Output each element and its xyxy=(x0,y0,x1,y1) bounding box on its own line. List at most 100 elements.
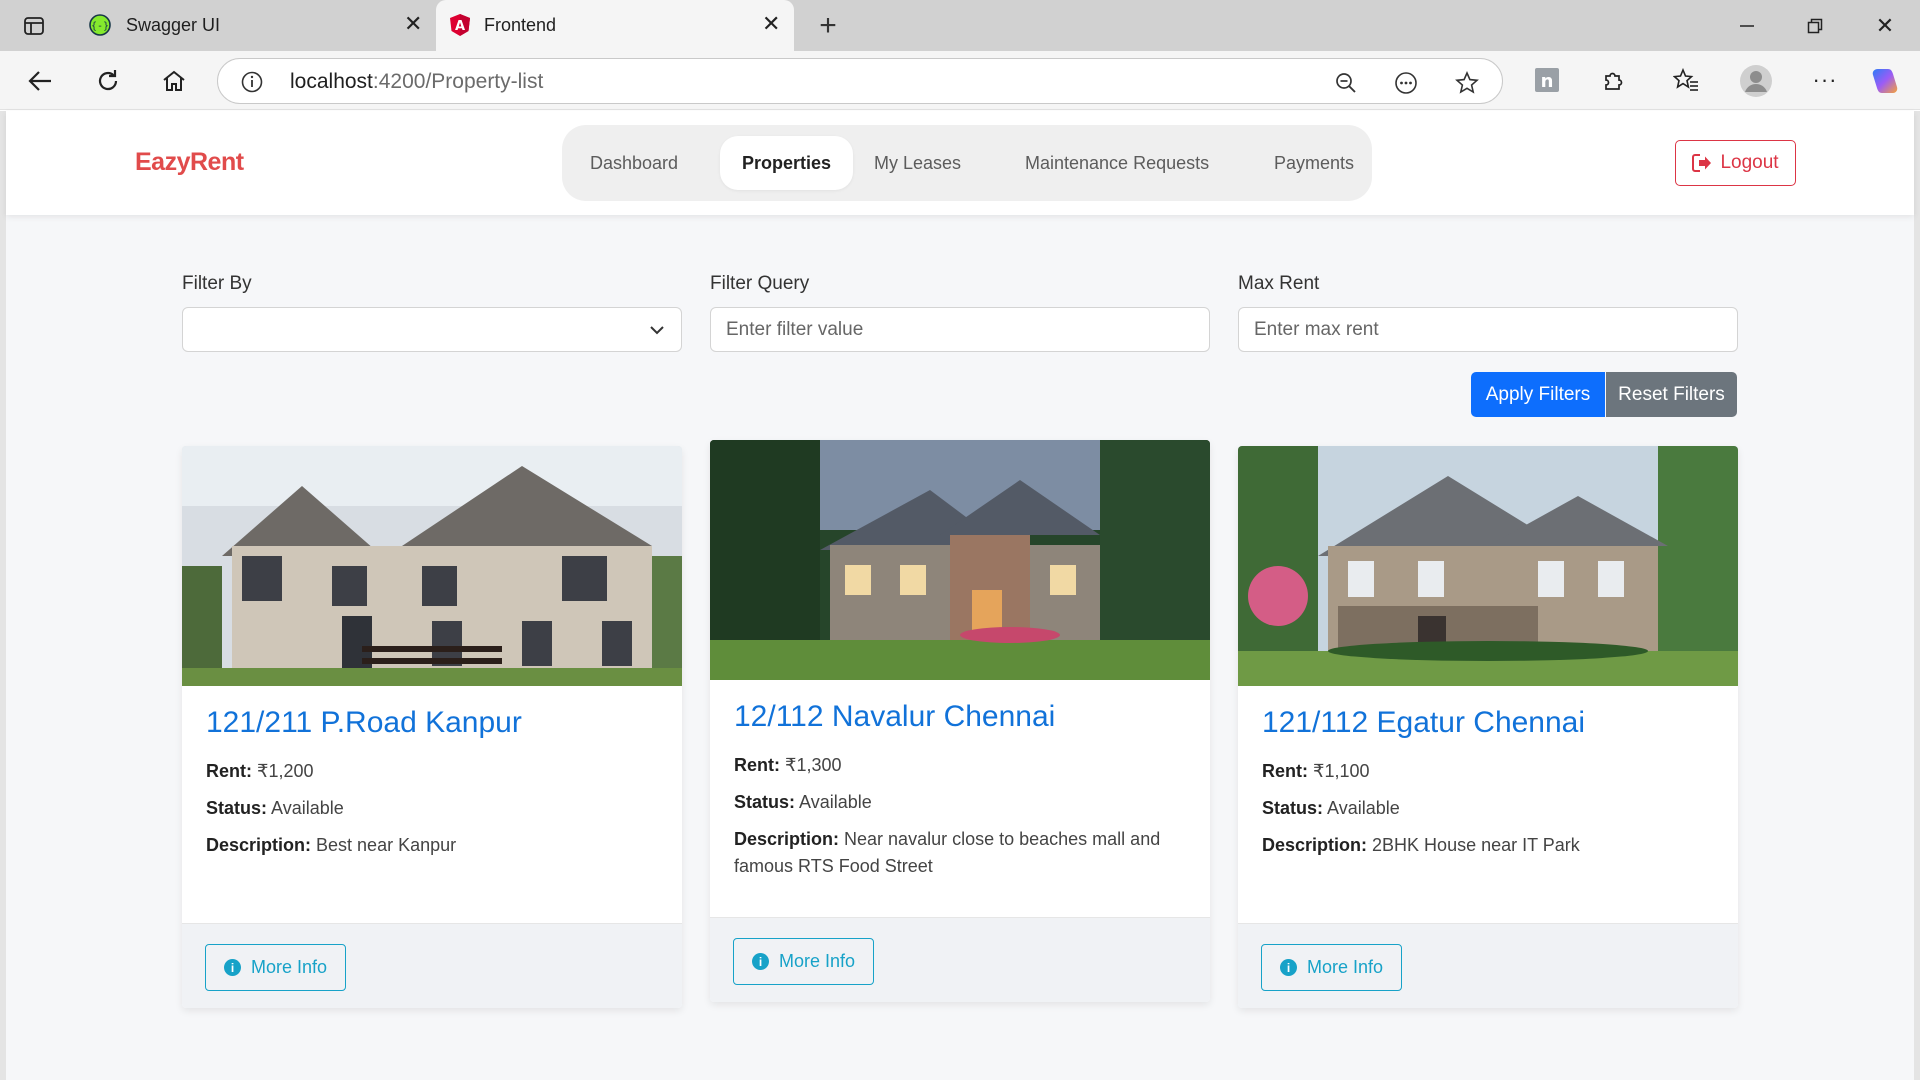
favorite-star-icon[interactable] xyxy=(1454,70,1480,96)
brand-logo[interactable]: EazyRent xyxy=(135,148,244,177)
more-info-label: More Info xyxy=(251,957,328,977)
filter-by-select[interactable] xyxy=(182,307,682,352)
status-value: Available xyxy=(271,798,344,818)
status-row: Status: Available xyxy=(1262,795,1718,822)
page-viewport: EazyRent Dashboard Properties My Leases … xyxy=(0,111,1920,1080)
property-card: 121/211 P.Road Kanpur Rent: ₹1,200 Statu… xyxy=(182,446,682,1008)
url-path: :4200/Property-list xyxy=(372,70,544,93)
nav-dashboard[interactable]: Dashboard xyxy=(568,136,700,190)
tab-label: Swagger UI xyxy=(126,15,221,35)
status-row: Status: Available xyxy=(734,789,1190,816)
more-info-button[interactable]: i More Info xyxy=(1261,944,1403,991)
nav-maintenance-requests[interactable]: Maintenance Requests xyxy=(1003,136,1231,190)
card-footer: i More Info xyxy=(710,917,1210,1002)
svg-text:{-}: {-} xyxy=(91,21,109,32)
rent-value: ₹1,300 xyxy=(785,755,842,775)
chevron-down-icon xyxy=(650,326,664,335)
status-row: Status: Available xyxy=(206,795,662,822)
zoom-out-icon[interactable] xyxy=(1333,70,1359,96)
rent-label: Rent: xyxy=(1262,761,1308,781)
tab-swagger-ui[interactable]: {-} Swagger UI ✕ xyxy=(78,0,436,51)
more-info-button[interactable]: i More Info xyxy=(733,938,875,985)
minimize-icon[interactable] xyxy=(1732,12,1762,40)
property-image[interactable] xyxy=(182,446,682,686)
property-title[interactable]: 121/211 P.Road Kanpur xyxy=(206,706,662,740)
copilot-icon[interactable] xyxy=(1868,64,1902,98)
rent-row: Rent: ₹1,200 xyxy=(206,758,662,785)
rent-label: Rent: xyxy=(734,755,780,775)
rent-value: ₹1,100 xyxy=(1313,761,1370,781)
close-icon[interactable]: ✕ xyxy=(404,11,422,37)
max-rent-label: Max Rent xyxy=(1238,273,1320,294)
logout-button[interactable]: Logout xyxy=(1675,140,1796,186)
card-footer: i More Info xyxy=(1238,923,1738,1008)
card-footer: i More Info xyxy=(182,923,682,1008)
property-image[interactable] xyxy=(710,440,1210,680)
url-text: localhost:4200/Property-list xyxy=(290,70,543,94)
close-icon[interactable]: ✕ xyxy=(762,11,780,37)
tab-label: Frontend xyxy=(484,15,557,35)
window-close-icon[interactable]: ✕ xyxy=(1870,12,1900,40)
new-tab-icon[interactable]: + xyxy=(812,9,844,42)
restore-icon[interactable] xyxy=(1800,12,1830,40)
reload-icon[interactable] xyxy=(92,65,124,97)
description-row: Description: 2BHK House near IT Park xyxy=(1262,832,1718,859)
browser-toolbar: localhost:4200/Property-list n ··· xyxy=(0,51,1920,110)
rent-label: Rent: xyxy=(206,761,252,781)
filter-query-placeholder: Enter filter value xyxy=(726,319,864,340)
filter-query-input[interactable]: Enter filter value xyxy=(710,307,1210,352)
sidebar-toggle-icon[interactable] xyxy=(20,12,48,40)
browser-tab-bar: {-} Swagger UI ✕ A Frontend ✕ + ✕ xyxy=(0,0,1920,51)
property-title[interactable]: 121/112 Egatur Chennai xyxy=(1262,706,1718,740)
description-label: Description: xyxy=(734,829,840,849)
description-label: Description: xyxy=(206,835,312,855)
card-body: 121/112 Egatur Chennai Rent: ₹1,100 Stat… xyxy=(1262,706,1718,869)
status-label: Status: xyxy=(734,792,796,812)
rent-row: Rent: ₹1,100 xyxy=(1262,758,1718,785)
description-value: 2BHK House near IT Park xyxy=(1372,835,1580,855)
swagger-icon: {-} xyxy=(88,13,112,37)
profile-avatar-icon[interactable] xyxy=(1739,64,1773,98)
filter-by-label: Filter By xyxy=(182,273,252,294)
card-body: 121/211 P.Road Kanpur Rent: ₹1,200 Statu… xyxy=(206,706,662,869)
app-navbar: EazyRent Dashboard Properties My Leases … xyxy=(6,111,1914,215)
info-icon: i xyxy=(752,953,769,970)
max-rent-placeholder: Enter max rent xyxy=(1254,319,1379,340)
property-image[interactable] xyxy=(1238,446,1738,686)
description-row: Description: Best near Kanpur xyxy=(206,832,662,859)
filter-query-label: Filter Query xyxy=(710,273,810,294)
nav-properties[interactable]: Properties xyxy=(720,136,854,190)
more-info-label: More Info xyxy=(1307,957,1384,977)
reading-view-icon[interactable] xyxy=(1393,70,1419,96)
svg-text:A: A xyxy=(455,19,465,34)
status-label: Status: xyxy=(1262,798,1324,818)
favorites-icon[interactable] xyxy=(1672,66,1700,94)
property-card: 121/112 Egatur Chennai Rent: ₹1,100 Stat… xyxy=(1238,446,1738,1008)
status-value: Available xyxy=(1327,798,1400,818)
tab-frontend[interactable]: A Frontend ✕ xyxy=(436,0,794,51)
back-icon[interactable] xyxy=(24,65,56,97)
reset-filters-button[interactable]: Reset Filters xyxy=(1606,372,1737,417)
extensions-puzzle-icon[interactable] xyxy=(1600,66,1628,94)
extension-n-icon[interactable]: n xyxy=(1533,66,1561,94)
rent-row: Rent: ₹1,300 xyxy=(734,752,1190,779)
site-info-icon[interactable] xyxy=(240,70,264,94)
max-rent-input[interactable]: Enter max rent xyxy=(1238,307,1738,352)
info-icon: i xyxy=(1280,959,1297,976)
more-info-button[interactable]: i More Info xyxy=(205,944,347,991)
nav-payments[interactable]: Payments xyxy=(1252,136,1376,190)
info-icon: i xyxy=(224,959,241,976)
url-host: localhost xyxy=(290,70,373,93)
description-row: Description: Near navalur close to beach… xyxy=(734,826,1190,880)
card-body: 12/112 Navalur Chennai Rent: ₹1,300 Stat… xyxy=(734,700,1190,890)
logout-icon xyxy=(1692,154,1712,172)
apply-filters-button[interactable]: Apply Filters xyxy=(1471,372,1605,417)
description-label: Description: xyxy=(1262,835,1368,855)
address-bar[interactable]: localhost:4200/Property-list xyxy=(217,58,1503,104)
status-value: Available xyxy=(799,792,872,812)
home-icon[interactable] xyxy=(158,65,190,97)
nav-my-leases[interactable]: My Leases xyxy=(852,136,983,190)
more-info-label: More Info xyxy=(779,951,856,971)
more-menu-icon[interactable]: ··· xyxy=(1810,66,1840,94)
property-title[interactable]: 12/112 Navalur Chennai xyxy=(734,700,1190,734)
